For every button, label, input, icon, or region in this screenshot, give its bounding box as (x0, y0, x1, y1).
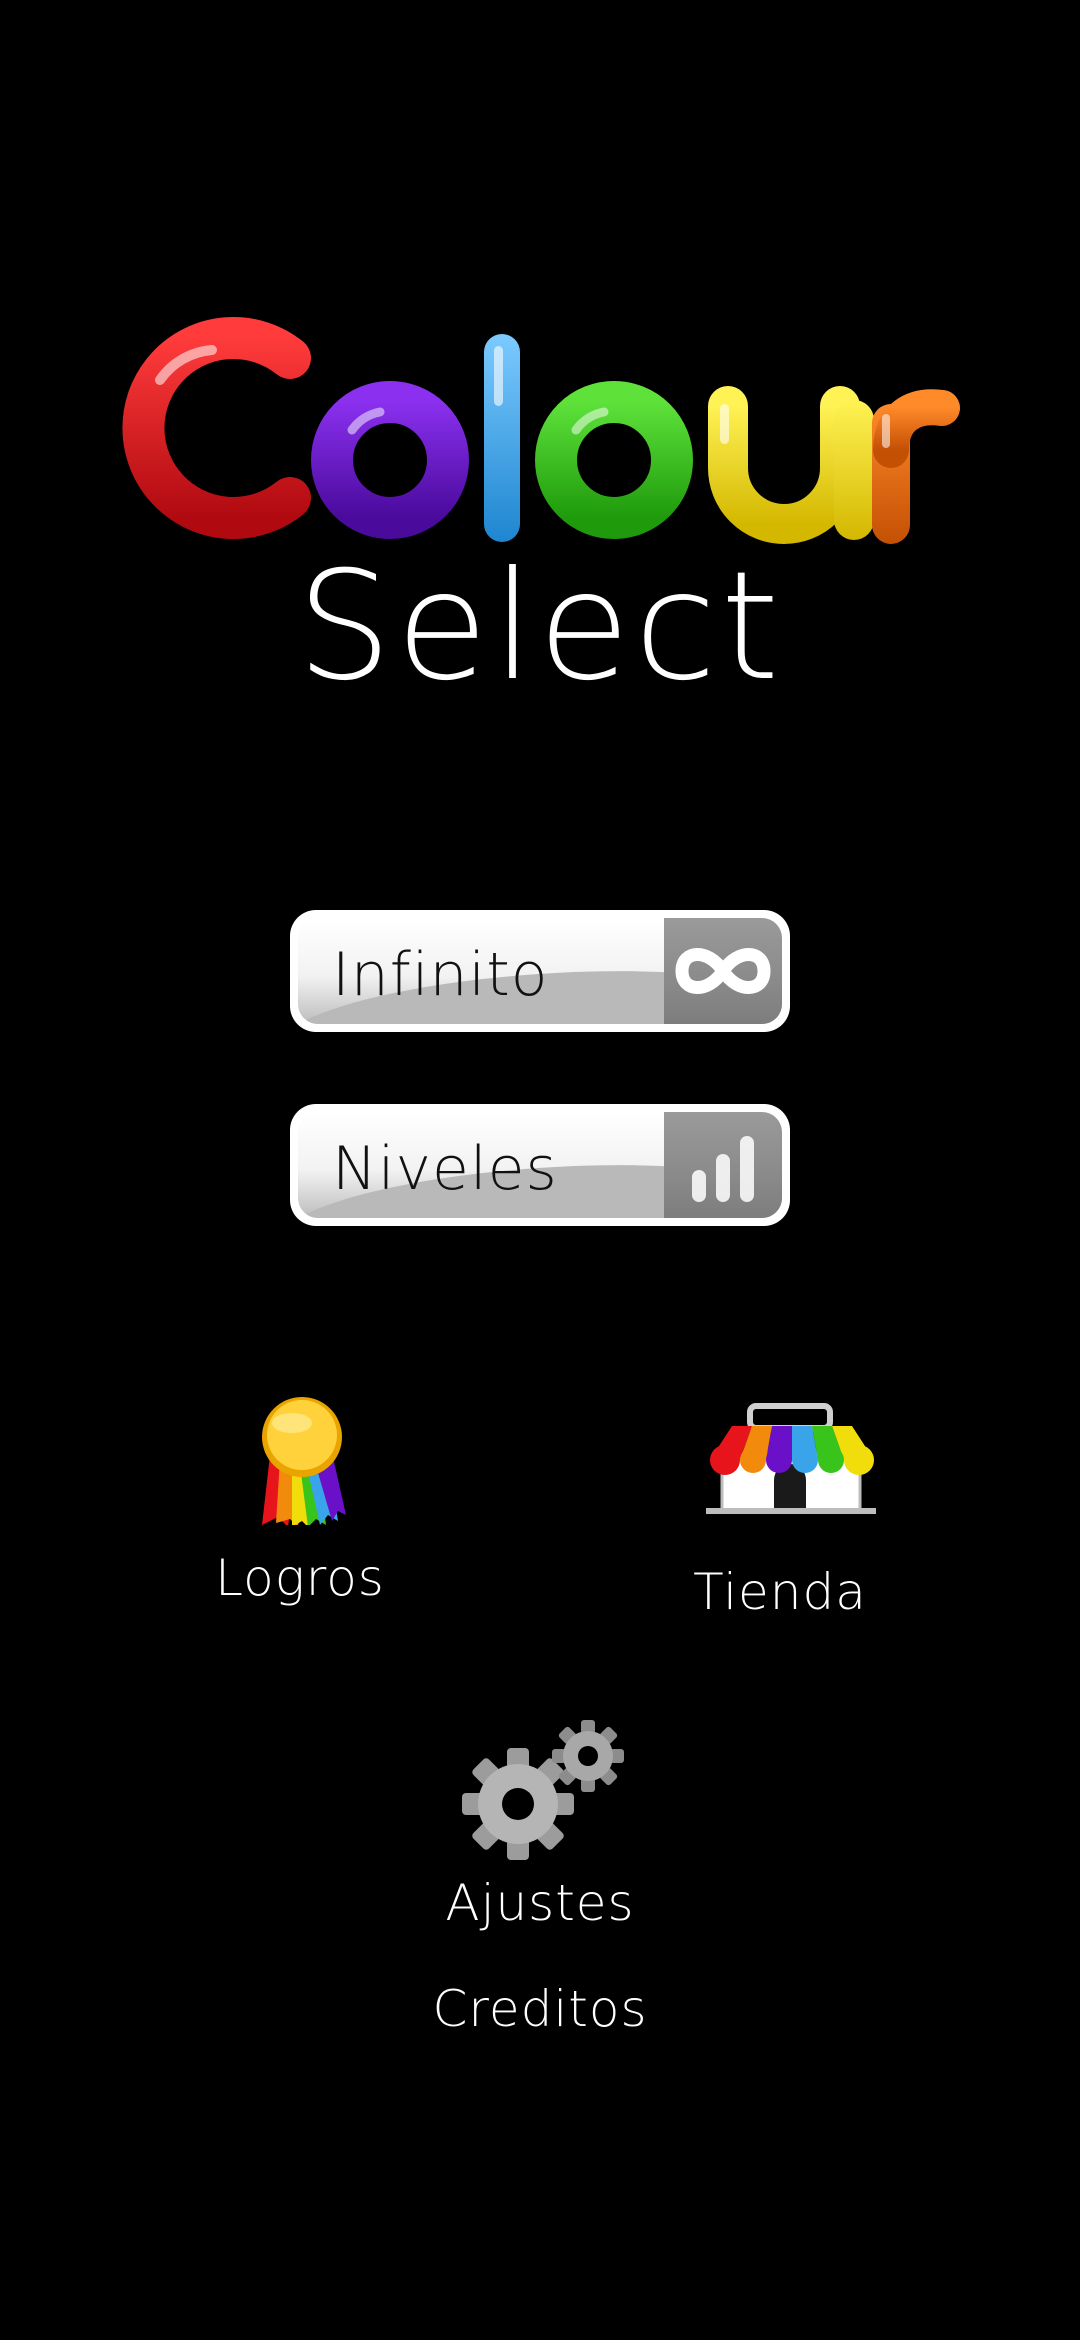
creditos-link[interactable]: Creditos (340, 1980, 740, 2038)
logo-letter-u (708, 386, 874, 544)
ajustes-button[interactable]: Ajustes (440, 1720, 640, 1932)
logros-label: Logros (215, 1549, 385, 1607)
logo-letter-c (122, 317, 311, 539)
logros-button[interactable]: Logros (200, 1395, 400, 1607)
infinito-button-face: Infinito (298, 918, 782, 1024)
logo-letter-l (484, 334, 520, 542)
niveles-button-face: Niveles (298, 1112, 782, 1218)
logo-letter-r (872, 389, 960, 544)
colour-logo-word (122, 317, 960, 544)
tienda-label: Tienda (693, 1563, 867, 1621)
infinito-icon-box (664, 918, 782, 1024)
niveles-icon-box (664, 1112, 782, 1218)
niveles-button[interactable]: Niveles (290, 1104, 790, 1226)
shop-icon (706, 1403, 876, 1514)
infinito-button[interactable]: Infinito (290, 910, 790, 1032)
infinito-label: Infinito (332, 940, 549, 1010)
ajustes-label: Ajustes (445, 1874, 635, 1932)
logo-subtitle: Select (296, 540, 784, 714)
logo-letter-o-purple (311, 381, 469, 539)
logo-letter-o-green (535, 381, 693, 539)
gears-icon (462, 1720, 624, 1860)
niveles-label: Niveles (332, 1134, 558, 1204)
bars-icon (692, 1136, 754, 1202)
tienda-button[interactable]: Tienda (670, 1400, 890, 1621)
infinity-icon (675, 948, 771, 994)
medal-icon (262, 1397, 346, 1529)
